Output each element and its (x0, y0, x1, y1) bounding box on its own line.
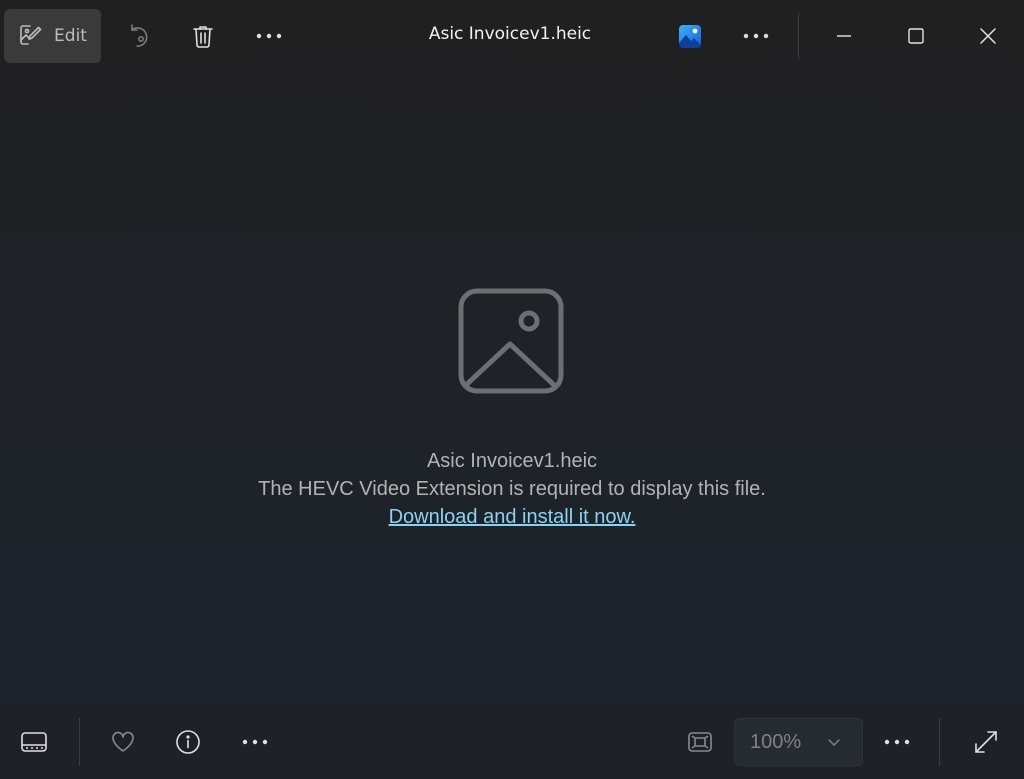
filmstrip-icon (20, 731, 48, 753)
photos-app-icon (678, 24, 702, 48)
error-requirement-text: The HEVC Video Extension is required to … (258, 478, 766, 500)
ellipsis-icon (256, 32, 282, 40)
window-title: Asic Invoicev1.heic (428, 24, 592, 44)
zoom-more-options-button[interactable] (877, 722, 917, 762)
fit-to-window-button[interactable] (680, 722, 720, 762)
delete-button[interactable] (183, 16, 223, 56)
fullscreen-button[interactable] (966, 722, 1006, 762)
bottom-divider-right (939, 718, 940, 766)
rotate-icon (124, 22, 152, 50)
maximize-icon (907, 27, 925, 45)
bottom-more-options-button[interactable] (235, 722, 275, 762)
more-options-button[interactable] (249, 16, 289, 56)
info-icon (175, 729, 201, 755)
top-toolbar: Edit Asic Invoicev1.heic (0, 0, 1024, 72)
minimize-icon (835, 27, 853, 45)
ellipsis-icon (884, 738, 910, 746)
edit-button-label: Edit (54, 26, 87, 46)
ellipsis-icon (743, 32, 769, 40)
zoom-value: 100% (750, 730, 802, 753)
image-edit-icon (18, 23, 44, 49)
minimize-button[interactable] (822, 14, 866, 58)
heart-icon (110, 730, 136, 754)
info-button[interactable] (168, 722, 208, 762)
ellipsis-icon (242, 738, 268, 746)
download-extension-link[interactable]: Download and install it now. (0, 506, 1024, 529)
favorite-button[interactable] (103, 722, 143, 762)
filmstrip-button[interactable] (14, 722, 54, 762)
close-icon (979, 27, 997, 45)
bottom-toolbar: 100% (0, 706, 1024, 779)
photos-app-button[interactable] (670, 16, 710, 56)
chevron-down-icon (826, 734, 842, 750)
toolbar-divider (798, 13, 799, 59)
trash-icon (190, 23, 216, 49)
image-placeholder-icon (458, 288, 564, 394)
zoom-dropdown[interactable]: 100% (734, 718, 863, 766)
edit-button[interactable]: Edit (4, 9, 101, 63)
maximize-button[interactable] (894, 14, 938, 58)
app-more-options-button[interactable] (736, 16, 776, 56)
close-button[interactable] (966, 14, 1010, 58)
rotate-button[interactable] (118, 16, 158, 56)
fullscreen-icon (973, 729, 999, 755)
bottom-divider (79, 718, 80, 766)
error-file-name: Asic Invoicev1.heic (426, 450, 598, 472)
photos-window: Edit Asic Invoicev1.heic Asic Invoicev1.… (0, 0, 1024, 779)
fit-to-window-icon (687, 731, 713, 753)
